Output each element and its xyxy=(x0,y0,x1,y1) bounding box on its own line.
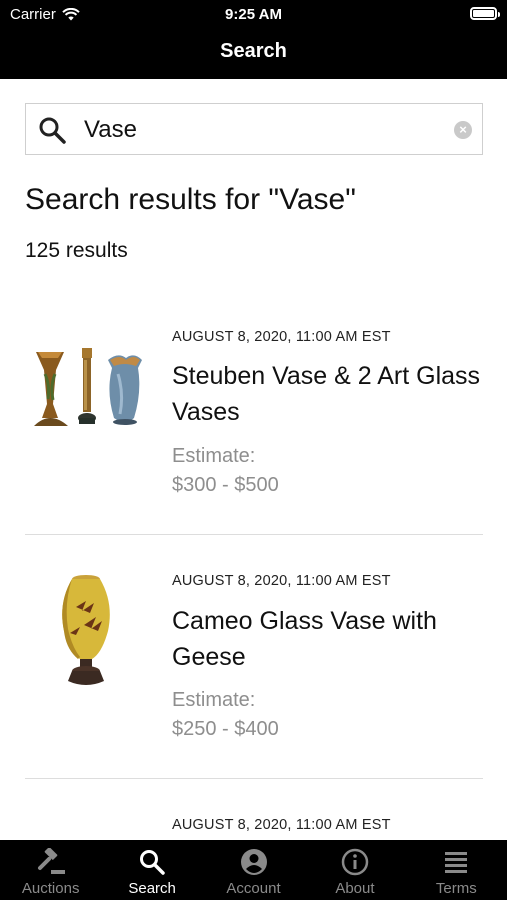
battery-icon xyxy=(470,7,500,20)
item-title[interactable]: Cameo Glass Vase with Geese xyxy=(172,603,492,675)
search-icon xyxy=(140,850,165,875)
tab-account[interactable]: Account xyxy=(203,840,304,900)
tab-terms[interactable]: Terms xyxy=(406,840,507,900)
gavel-icon xyxy=(37,848,65,874)
estimate-label: Estimate: xyxy=(172,445,256,467)
list-item[interactable]: AUGUST 8, 2020, 11:00 AM EST Cameo Glass… xyxy=(0,545,507,780)
list-icon xyxy=(445,852,468,873)
info-icon xyxy=(341,848,369,876)
search-field[interactable]: × xyxy=(25,103,483,155)
item-date: AUGUST 8, 2020, 11:00 AM EST xyxy=(172,573,391,589)
tab-about[interactable]: About xyxy=(304,840,405,900)
tab-label: Search xyxy=(128,880,176,897)
clock: 9:25 AM xyxy=(225,6,282,23)
top-bar: Carrier 9:25 AM Search xyxy=(0,0,507,79)
list-item[interactable]: AUGUST 8, 2020, 11:00 AM EST xyxy=(0,790,507,840)
tab-search[interactable]: Search xyxy=(101,840,202,900)
tab-label: Account xyxy=(226,880,281,897)
list-item[interactable]: AUGUST 8, 2020, 11:00 AM EST Steuben Vas… xyxy=(0,300,507,535)
estimate-label: Estimate: xyxy=(172,689,256,711)
page-title: Search xyxy=(220,40,287,62)
tab-label: About xyxy=(335,880,375,897)
status-bar: Carrier 9:25 AM xyxy=(0,0,507,28)
item-thumbnail[interactable] xyxy=(28,573,144,693)
item-date: AUGUST 8, 2020, 11:00 AM EST xyxy=(172,329,391,345)
search-input[interactable] xyxy=(84,112,444,148)
estimate-value: $250 - $400 xyxy=(172,718,279,740)
tab-label: Auctions xyxy=(21,880,80,897)
divider xyxy=(25,534,483,535)
item-thumbnail[interactable] xyxy=(28,344,144,464)
tab-auctions[interactable]: Auctions xyxy=(0,840,101,900)
item-date: AUGUST 8, 2020, 11:00 AM EST xyxy=(172,817,391,833)
item-title[interactable]: Steuben Vase & 2 Art Glass Vases xyxy=(172,358,492,430)
search-icon xyxy=(39,117,66,144)
tab-bar: Auctions Search Account About Terms xyxy=(0,840,507,900)
divider xyxy=(25,778,483,779)
results-heading: Search results for "Vase" xyxy=(25,183,356,216)
estimate-value: $300 - $500 xyxy=(172,474,279,496)
clear-search-icon[interactable]: × xyxy=(454,121,472,139)
results-count: 125 results xyxy=(25,239,128,262)
tab-label: Terms xyxy=(435,880,477,897)
account-icon xyxy=(240,849,267,875)
